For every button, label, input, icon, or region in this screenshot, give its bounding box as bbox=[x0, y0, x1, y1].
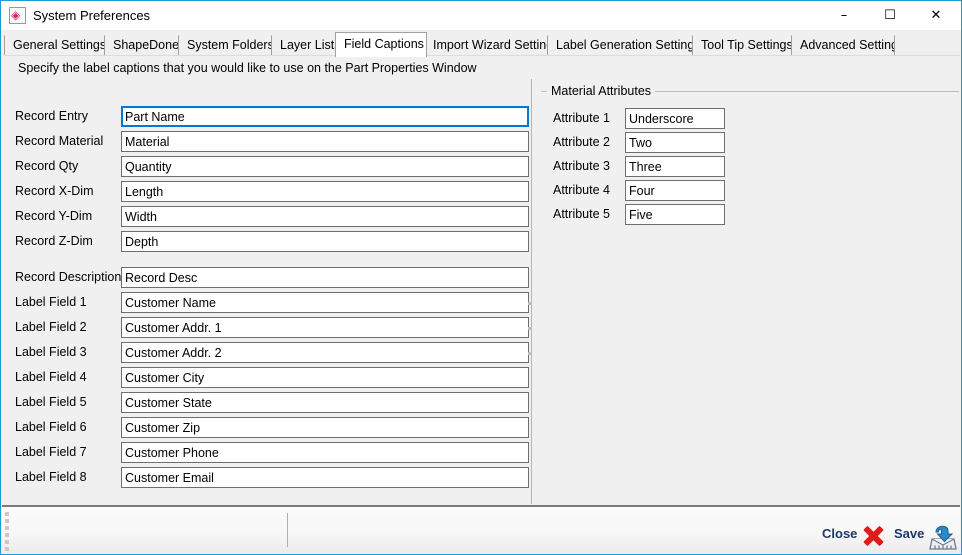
field-label: Record X-Dim bbox=[15, 184, 94, 198]
field-input[interactable] bbox=[121, 392, 529, 413]
splitter-grip-dot[interactable] bbox=[528, 302, 532, 305]
attribute-label: Attribute 1 bbox=[553, 111, 610, 125]
attribute-label: Attribute 5 bbox=[553, 207, 610, 221]
attribute-input[interactable] bbox=[625, 156, 725, 177]
close-button-label: Close bbox=[822, 526, 858, 541]
system-preferences-window: ◈ System Preferences – ☐ ✕ General Setti… bbox=[0, 0, 962, 555]
field-label: Label Field 3 bbox=[15, 345, 87, 359]
attribute-row: Attribute 5 bbox=[541, 204, 959, 226]
field-row: Label Field 4 bbox=[5, 367, 532, 389]
tab-import-wizard-settings[interactable]: Import Wizard Settings bbox=[424, 35, 548, 56]
field-input[interactable] bbox=[121, 267, 529, 288]
tab-tool-tip-settings[interactable]: Tool Tip Settings bbox=[692, 35, 792, 56]
save-button[interactable]: Save bbox=[894, 521, 958, 551]
field-input[interactable] bbox=[121, 156, 529, 177]
field-input[interactable] bbox=[121, 106, 529, 127]
splitter-grip-dot[interactable] bbox=[528, 352, 532, 355]
tab-shapedone[interactable]: ShapeDone bbox=[104, 35, 179, 56]
attribute-row: Attribute 3 bbox=[541, 156, 959, 178]
field-input[interactable] bbox=[121, 131, 529, 152]
field-input[interactable] bbox=[121, 181, 529, 202]
field-label: Label Field 4 bbox=[15, 370, 87, 384]
attribute-input[interactable] bbox=[625, 180, 725, 201]
field-input[interactable] bbox=[121, 442, 529, 463]
field-label: Record Z-Dim bbox=[15, 234, 93, 248]
field-label: Label Field 2 bbox=[15, 320, 87, 334]
save-button-label: Save bbox=[894, 526, 925, 541]
field-label: Record Entry bbox=[15, 109, 88, 123]
close-button[interactable]: Close bbox=[822, 521, 894, 551]
instruction-text: Specify the label captions that you woul… bbox=[18, 61, 477, 75]
field-row: Record Material bbox=[5, 131, 532, 153]
field-row: Record Qty bbox=[5, 156, 532, 178]
status-bar: Close Save bbox=[2, 507, 960, 553]
title-bar: ◈ System Preferences – ☐ ✕ bbox=[1, 1, 961, 30]
splitter-grip-dot[interactable] bbox=[528, 327, 532, 330]
tab-content-panel: Specify the label captions that you woul… bbox=[4, 55, 960, 505]
field-input[interactable] bbox=[121, 417, 529, 438]
tab-field-captions[interactable]: Field Captions bbox=[335, 32, 427, 57]
field-row: Label Field 3 bbox=[5, 342, 532, 364]
field-label: Label Field 8 bbox=[15, 470, 87, 484]
field-input[interactable] bbox=[121, 367, 529, 388]
field-input[interactable] bbox=[121, 231, 529, 252]
field-row: Record Y-Dim bbox=[5, 206, 532, 228]
tab-advanced-settings[interactable]: Advanced Settings bbox=[791, 35, 895, 56]
field-label: Record Description bbox=[15, 270, 122, 284]
field-label: Record Qty bbox=[15, 159, 79, 173]
tab-strip: General Settings ShapeDone System Folders L… bbox=[4, 31, 960, 57]
field-input[interactable] bbox=[121, 206, 529, 227]
field-row: Label Field 7 bbox=[5, 442, 532, 464]
field-label: Label Field 6 bbox=[15, 420, 87, 434]
attribute-label: Attribute 4 bbox=[553, 183, 610, 197]
paint-bucket-icon: ◈ bbox=[9, 7, 26, 24]
field-row: Record Description bbox=[5, 267, 532, 289]
field-input[interactable] bbox=[121, 342, 529, 363]
attribute-label: Attribute 3 bbox=[553, 159, 610, 173]
tab-system-folders[interactable]: System Folders bbox=[178, 35, 272, 56]
attribute-label: Attribute 2 bbox=[553, 135, 610, 149]
field-row: Record Z-Dim bbox=[5, 231, 532, 253]
maximize-button[interactable]: ☐ bbox=[867, 1, 913, 30]
tab-general-settings[interactable]: General Settings bbox=[4, 35, 105, 56]
field-label: Label Field 7 bbox=[15, 445, 87, 459]
minimize-icon: – bbox=[840, 8, 848, 23]
field-row: Label Field 5 bbox=[5, 392, 532, 414]
field-label: Record Y-Dim bbox=[15, 209, 93, 223]
field-input[interactable] bbox=[121, 467, 529, 488]
field-row: Label Field 6 bbox=[5, 417, 532, 439]
minimize-button[interactable]: – bbox=[821, 1, 867, 30]
tab-label-generation-settings[interactable]: Label Generation Settings bbox=[547, 35, 693, 56]
attribute-row: Attribute 2 bbox=[541, 132, 959, 154]
caption-fields-panel: Record Entry Record Material Record Qty Rec… bbox=[5, 79, 532, 504]
attribute-input[interactable] bbox=[625, 132, 725, 153]
field-label: Label Field 1 bbox=[15, 295, 87, 309]
attribute-row: Attribute 4 bbox=[541, 180, 959, 202]
close-icon: ✕ bbox=[930, 8, 942, 23]
tab-layer-lists[interactable]: Layer Lists bbox=[271, 35, 338, 56]
group-title: Material Attributes bbox=[547, 83, 656, 99]
close-window-button[interactable]: ✕ bbox=[913, 1, 959, 30]
field-row: Record X-Dim bbox=[5, 181, 532, 203]
status-bar-divider bbox=[287, 513, 288, 547]
maximize-icon: ☐ bbox=[884, 8, 896, 23]
window-title: System Preferences bbox=[33, 8, 151, 23]
field-row: Label Field 1 bbox=[5, 292, 532, 314]
field-input[interactable] bbox=[121, 292, 529, 313]
attribute-row: Attribute 1 bbox=[541, 108, 959, 130]
paint-bucket-glyph: ◈ bbox=[11, 8, 21, 22]
field-row: Record Entry bbox=[5, 106, 532, 128]
field-input[interactable] bbox=[121, 317, 529, 338]
field-row: Label Field 2 bbox=[5, 317, 532, 339]
attribute-input[interactable] bbox=[625, 108, 725, 129]
field-row: Label Field 8 bbox=[5, 467, 532, 489]
grip-handle-icon[interactable] bbox=[5, 512, 10, 551]
save-to-disk-icon bbox=[928, 521, 958, 551]
red-x-icon bbox=[860, 523, 886, 549]
field-label: Record Material bbox=[15, 134, 104, 148]
material-attributes-group: Material Attributes Attribute 1 Attribute… bbox=[541, 83, 959, 226]
attribute-input[interactable] bbox=[625, 204, 725, 225]
field-label: Label Field 5 bbox=[15, 395, 87, 409]
